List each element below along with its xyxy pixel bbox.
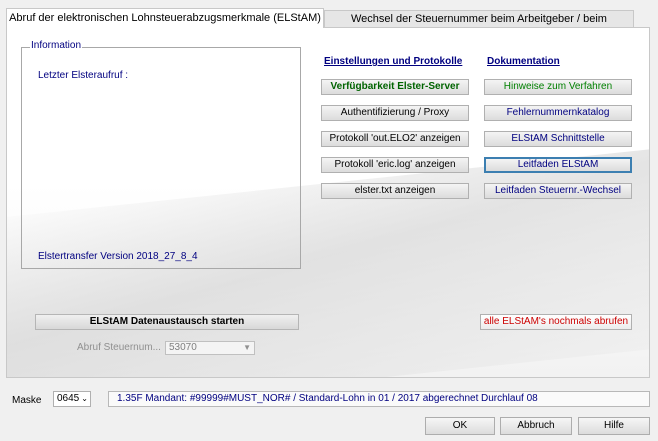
maske-select[interactable]: 0645 ⌄	[53, 391, 91, 407]
chevron-down-icon: ⌄	[81, 394, 88, 403]
protocol-out-elo2-button[interactable]: Protokoll 'out.ELO2' anzeigen	[321, 131, 469, 147]
chevron-down-icon: ▼	[243, 343, 251, 352]
ok-button[interactable]: OK	[425, 417, 495, 435]
information-group: Information Letzter Elsteraufruf : Elste…	[21, 40, 301, 269]
maske-label: Maske	[12, 395, 42, 406]
authentication-proxy-button[interactable]: Authentifizierung / Proxy	[321, 105, 469, 121]
tab-elstam-abruf[interactable]: Abruf der elektronischen Lohnsteuerabzug…	[6, 8, 324, 28]
elstam-interface-button[interactable]: ELStAM Schnittstelle	[484, 131, 632, 147]
tab-steuernummer-wechsel[interactable]: Wechsel der Steuernummer beim Arbeitgebe…	[324, 10, 634, 42]
abruf-steuernummer-value: 53070	[169, 342, 197, 353]
error-catalog-button[interactable]: Fehlernummernkatalog	[484, 105, 632, 121]
last-elster-call-label: Letzter Elsteraufruf :	[38, 70, 129, 81]
start-elstam-exchange-button[interactable]: ELStAM Datenaustausch starten	[35, 314, 299, 330]
status-text: 1.35F Mandant: #99999#MUST_NOR# / Standa…	[117, 393, 479, 404]
abruf-steuernummer-select[interactable]: 53070 ▼	[165, 341, 255, 355]
docs-heading: Dokumentation	[487, 56, 560, 67]
settings-heading: Einstellungen und Protokolle	[324, 56, 463, 67]
help-button[interactable]: Hilfe	[578, 417, 650, 435]
elster-txt-button[interactable]: elster.txt anzeigen	[321, 183, 469, 199]
elster-server-availability-button[interactable]: Verfügbarkeit Elster-Server	[321, 79, 469, 95]
abruf-steuernummer-label: Abruf Steuernum...	[77, 342, 161, 353]
procedure-notes-button[interactable]: Hinweise zum Verfahren	[484, 79, 632, 95]
elstertransfer-version: Elstertransfer Version 2018_27_8_4	[38, 251, 198, 262]
cancel-button[interactable]: Abbruch	[500, 417, 572, 435]
tax-number-change-guide-button[interactable]: Leitfaden Steuernr.-Wechsel	[484, 183, 632, 199]
protocol-eric-log-button[interactable]: Protokoll 'eric.log' anzeigen	[321, 157, 469, 173]
maske-value: 0645	[57, 393, 80, 404]
status-field: 1.35F Mandant: #99999#MUST_NOR# / Standa…	[108, 391, 650, 407]
refetch-all-elstam-button[interactable]: alle ELStAM's nochmals abrufen	[480, 314, 632, 330]
status-run: Durchlauf 08	[481, 393, 538, 404]
elstam-guide-button[interactable]: Leitfaden ELStAM	[484, 157, 632, 173]
information-legend: Information	[30, 40, 83, 51]
